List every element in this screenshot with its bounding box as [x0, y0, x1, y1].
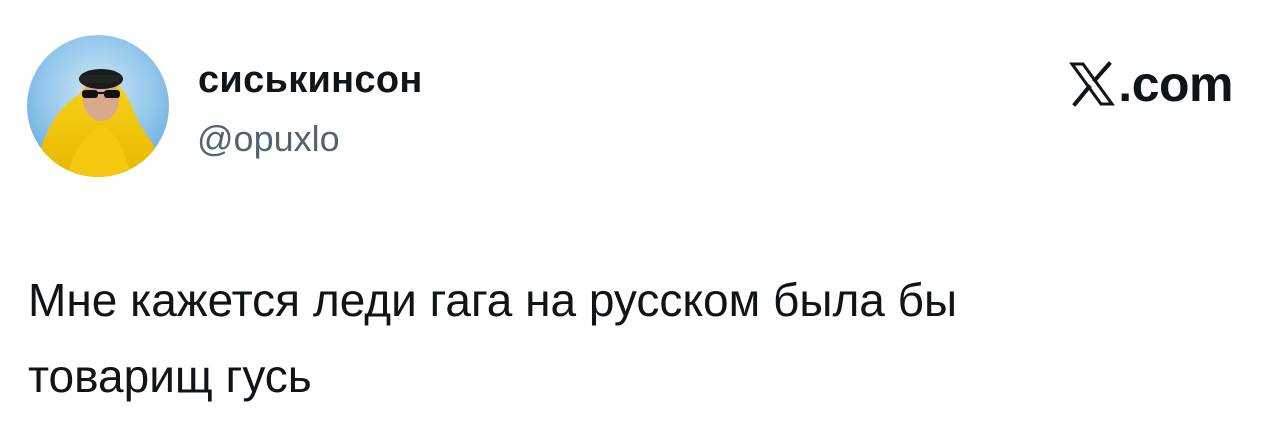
user-handle[interactable]: @opuxlo: [197, 117, 340, 161]
display-name[interactable]: сиськинсон: [198, 57, 423, 103]
tweet-card: сиськинсон @opuxlo .com Мне кажется леди…: [0, 0, 1284, 445]
brand-domain: .com: [1118, 56, 1233, 112]
tweet-text-line: Мне кажется леди гага на русском была бы: [28, 274, 958, 326]
profile-photo: [27, 35, 169, 177]
tweet-text: Мне кажется леди гага на русском была бы…: [28, 262, 1228, 414]
tweet-text-line: товарищ гусь: [28, 350, 312, 402]
x-logo-icon: [1069, 61, 1116, 107]
brand-watermark: .com: [1069, 58, 1233, 110]
avatar[interactable]: [27, 35, 169, 177]
